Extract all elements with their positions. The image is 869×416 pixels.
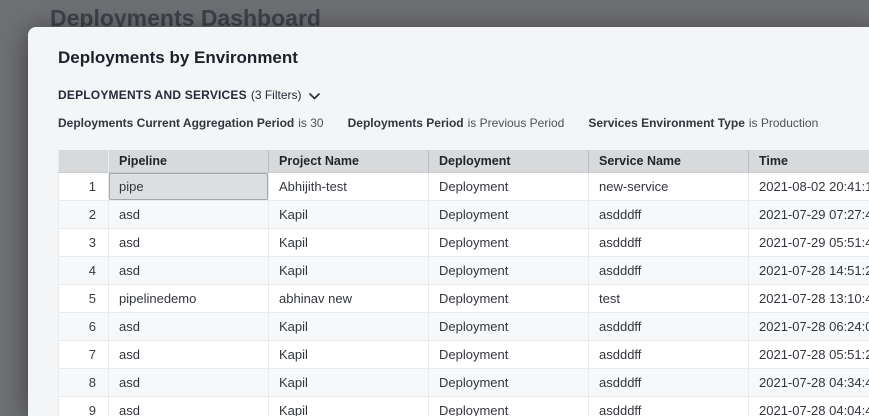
- cell-time[interactable]: 2021-07-28 04:04:45: [749, 396, 869, 416]
- table-row: 4asdKapilDeploymentasdddff2021-07-28 14:…: [59, 256, 869, 284]
- table-row: 7asdKapilDeploymentasdddff2021-07-28 05:…: [59, 340, 869, 368]
- cell-time[interactable]: 2021-08-02 20:41:18: [749, 172, 869, 200]
- cell-service-name[interactable]: test: [589, 284, 749, 312]
- cell-time[interactable]: 2021-07-28 06:24:00: [749, 312, 869, 340]
- cell-time[interactable]: 2021-07-28 04:34:45: [749, 368, 869, 396]
- filters-header-label: DEPLOYMENTS AND SERVICES: [58, 88, 247, 102]
- table-row: 3asdKapilDeploymentasdddff2021-07-29 05:…: [59, 228, 869, 256]
- cell-deployment[interactable]: Deployment: [429, 312, 589, 340]
- cell-service-name[interactable]: asdddff: [589, 340, 749, 368]
- cell-project-name[interactable]: Abhijith-test: [269, 172, 429, 200]
- row-number: 9: [59, 396, 109, 416]
- table-row: 6asdKapilDeploymentasdddff2021-07-28 06:…: [59, 312, 869, 340]
- column-header-service-name[interactable]: Service Name: [589, 150, 749, 172]
- cell-service-name[interactable]: new-service: [589, 172, 749, 200]
- cell-service-name[interactable]: asdddff: [589, 312, 749, 340]
- cell-time[interactable]: 2021-07-28 05:51:28: [749, 340, 869, 368]
- deployments-panel: Deployments by Environment DEPLOYMENTS A…: [28, 27, 869, 416]
- deployments-table: Pipeline Project Name Deployment Service…: [58, 150, 869, 416]
- cell-project-name[interactable]: Kapil: [269, 396, 429, 416]
- filter-condition: is 30: [298, 116, 323, 130]
- table-row: 8asdKapilDeploymentasdddff2021-07-28 04:…: [59, 368, 869, 396]
- filters-count: (3 Filters): [251, 88, 302, 102]
- cell-deployment[interactable]: Deployment: [429, 172, 589, 200]
- cell-pipeline[interactable]: asd: [109, 368, 269, 396]
- table-row: 9asdKapilDeploymentasdddff2021-07-28 04:…: [59, 396, 869, 416]
- table-row: 5pipelinedemoabhinav newDeploymenttest20…: [59, 284, 869, 312]
- cell-time[interactable]: 2021-07-29 05:51:45: [749, 228, 869, 256]
- cell-project-name[interactable]: Kapil: [269, 228, 429, 256]
- cell-deployment[interactable]: Deployment: [429, 368, 589, 396]
- cell-deployment[interactable]: Deployment: [429, 200, 589, 228]
- panel-title: Deployments by Environment: [58, 48, 869, 68]
- filter-condition: is Production: [749, 116, 818, 130]
- filter-name: Deployments Period: [348, 116, 464, 130]
- filter-deployments-period: Deployments Period is Previous Period: [348, 116, 565, 130]
- row-number: 8: [59, 368, 109, 396]
- cell-project-name[interactable]: abhinav new: [269, 284, 429, 312]
- cell-pipeline[interactable]: asd: [109, 340, 269, 368]
- filter-aggregation-period: Deployments Current Aggregation Period is…: [58, 116, 324, 130]
- table-body: 1pipeAbhijith-testDeploymentnew-service2…: [59, 172, 869, 416]
- cell-project-name[interactable]: Kapil: [269, 312, 429, 340]
- cell-pipeline[interactable]: pipelinedemo: [109, 284, 269, 312]
- cell-pipeline[interactable]: asd: [109, 200, 269, 228]
- cell-deployment[interactable]: Deployment: [429, 396, 589, 416]
- row-number: 6: [59, 312, 109, 340]
- table-header-row: Pipeline Project Name Deployment Service…: [59, 150, 869, 172]
- cell-time[interactable]: 2021-07-28 14:51:23: [749, 256, 869, 284]
- cell-service-name[interactable]: asdddff: [589, 368, 749, 396]
- row-number: 1: [59, 172, 109, 200]
- filter-name: Deployments Current Aggregation Period: [58, 116, 294, 130]
- row-number: 5: [59, 284, 109, 312]
- filters-header-toggle[interactable]: DEPLOYMENTS AND SERVICES (3 Filters): [58, 88, 320, 102]
- row-number-header: [59, 150, 109, 172]
- filter-condition: is Previous Period: [468, 116, 565, 130]
- cell-deployment[interactable]: Deployment: [429, 228, 589, 256]
- cell-deployment[interactable]: Deployment: [429, 256, 589, 284]
- table-row: 2asdKapilDeploymentasdddff2021-07-29 07:…: [59, 200, 869, 228]
- cell-service-name[interactable]: asdddff: [589, 396, 749, 416]
- cell-pipeline[interactable]: asd: [109, 312, 269, 340]
- column-header-project-name[interactable]: Project Name: [269, 150, 429, 172]
- table-container: Pipeline Project Name Deployment Service…: [58, 150, 869, 416]
- cell-service-name[interactable]: asdddff: [589, 256, 749, 284]
- column-header-pipeline[interactable]: Pipeline: [109, 150, 269, 172]
- chevron-down-icon[interactable]: [309, 93, 320, 100]
- row-number: 3: [59, 228, 109, 256]
- column-header-time[interactable]: Time: [749, 150, 869, 172]
- cell-pipeline[interactable]: pipe: [109, 172, 269, 200]
- filter-name: Services Environment Type: [588, 116, 745, 130]
- cell-service-name[interactable]: asdddff: [589, 200, 749, 228]
- cell-project-name[interactable]: Kapil: [269, 340, 429, 368]
- cell-pipeline[interactable]: asd: [109, 396, 269, 416]
- cell-project-name[interactable]: Kapil: [269, 256, 429, 284]
- applied-filters: Deployments Current Aggregation Period is…: [58, 116, 869, 130]
- cell-deployment[interactable]: Deployment: [429, 284, 589, 312]
- cell-project-name[interactable]: Kapil: [269, 368, 429, 396]
- column-header-deployment[interactable]: Deployment: [429, 150, 589, 172]
- row-number: 2: [59, 200, 109, 228]
- filter-environment-type: Services Environment Type is Production: [588, 116, 818, 130]
- row-number: 4: [59, 256, 109, 284]
- table-row: 1pipeAbhijith-testDeploymentnew-service2…: [59, 172, 869, 200]
- cell-pipeline[interactable]: asd: [109, 256, 269, 284]
- cell-service-name[interactable]: asdddff: [589, 228, 749, 256]
- cell-project-name[interactable]: Kapil: [269, 200, 429, 228]
- cell-deployment[interactable]: Deployment: [429, 340, 589, 368]
- cell-time[interactable]: 2021-07-29 07:27:44: [749, 200, 869, 228]
- cell-time[interactable]: 2021-07-28 13:10:46: [749, 284, 869, 312]
- row-number: 7: [59, 340, 109, 368]
- cell-pipeline[interactable]: asd: [109, 228, 269, 256]
